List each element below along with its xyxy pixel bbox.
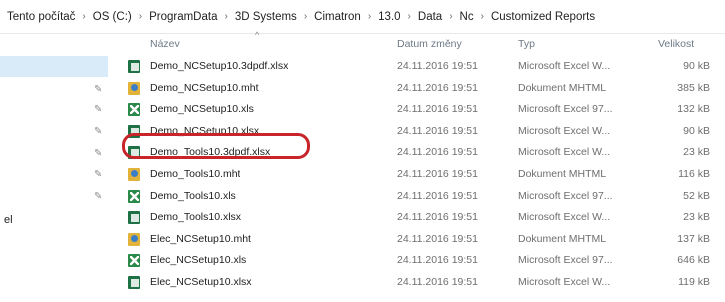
breadcrumb-separator-icon[interactable]: › (363, 11, 376, 22)
navigation-pane: ✎ ✎ ✎ ✎ ✎ ✎ el (0, 34, 116, 302)
file-type: Dokument MHTML (518, 168, 607, 180)
file-date-modified: 24.11.2016 19:51 (397, 103, 478, 116)
file-size: 23 kB (683, 146, 710, 159)
file-row[interactable]: Elec_NCSetup10.mht 24.11.2016 19:51 Dokume… (118, 229, 718, 250)
file-name: Elec_NCSetup10.xls (150, 254, 247, 267)
breadcrumb-item-version[interactable]: 13.0 (376, 11, 402, 23)
breadcrumb-item-3d-systems[interactable]: 3D Systems (233, 11, 299, 23)
file-name: Demo_Tools10.mht (150, 168, 241, 180)
file-date-modified: 24.11.2016 19:51 (397, 276, 478, 288)
breadcrumb-item-data[interactable]: Data (416, 11, 444, 23)
file-size: 52 kB (683, 189, 710, 202)
file-type: Microsoft Excel W... (518, 211, 611, 224)
file-size: 132 kB (677, 103, 710, 116)
excel-xls-icon (128, 103, 140, 117)
file-date-modified: 24.11.2016 19:51 (397, 60, 478, 72)
file-size: 116 kB (678, 168, 710, 180)
file-name: Demo_Tools10.xls (150, 189, 236, 202)
file-row[interactable]: Demo_NCSetup10.xls 24.11.2016 19:51 Micros… (118, 99, 718, 120)
file-date-modified: 24.11.2016 19:51 (397, 124, 478, 137)
file-date-modified: 24.11.2016 19:51 (397, 81, 478, 94)
file-type: Microsoft Excel 97... (518, 254, 613, 267)
file-type: Microsoft Excel W... (518, 124, 611, 137)
excel-xlsx-icon (128, 60, 140, 73)
breadcrumb-item-nc[interactable]: Nc (458, 11, 476, 23)
breadcrumb-separator-icon[interactable]: › (134, 11, 147, 22)
file-row[interactable]: Demo_NCSetup10.mht 24.11.2016 19:51 Dokume… (118, 78, 718, 99)
excel-xls-icon (128, 189, 140, 203)
breadcrumb-separator-icon[interactable]: › (219, 11, 232, 22)
pin-icon[interactable]: ✎ (94, 148, 102, 159)
file-size: 90 kB (683, 60, 710, 72)
file-date-modified: 24.11.2016 19:51 (397, 189, 478, 202)
breadcrumb-item-drive[interactable]: OS (C:) (91, 11, 134, 23)
column-header-name[interactable]: Název (150, 34, 180, 54)
file-type: Microsoft Excel W... (518, 276, 611, 288)
column-header-size[interactable]: Velikost (658, 34, 694, 54)
breadcrumb-separator-icon[interactable]: › (403, 11, 416, 22)
nav-item-label[interactable]: el (4, 214, 13, 226)
file-size: 90 kB (683, 124, 710, 137)
pin-icon[interactable]: ✎ (94, 191, 102, 202)
breadcrumb-separator-icon[interactable]: › (77, 11, 90, 22)
breadcrumb-item-cimatron[interactable]: Cimatron (312, 11, 363, 23)
red-highlight-marker (122, 133, 310, 159)
file-name: Elec_NCSetup10.mht (150, 232, 251, 245)
file-size: 23 kB (683, 211, 710, 224)
file-type: Microsoft Excel 97... (518, 189, 613, 202)
file-type: Dokument MHTML (518, 81, 607, 94)
file-date-modified: 24.11.2016 19:51 (397, 232, 478, 245)
column-header-type[interactable]: Typ (518, 34, 535, 54)
pin-icon[interactable]: ✎ (94, 84, 102, 95)
breadcrumb-item-programdata[interactable]: ProgramData (147, 11, 219, 23)
sort-ascending-icon: ^ (255, 30, 260, 40)
pin-icon[interactable]: ✎ (94, 104, 102, 115)
file-name: Demo_NCSetup10.mht (150, 81, 259, 94)
file-date-modified: 24.11.2016 19:51 (397, 146, 478, 159)
excel-xlsx-icon (128, 276, 140, 289)
excel-xlsx-icon (128, 211, 140, 225)
breadcrumb-separator-icon[interactable]: › (299, 11, 312, 22)
pin-icon[interactable]: ✎ (94, 126, 102, 137)
file-size: 137 kB (677, 232, 710, 245)
mhtml-document-icon (128, 81, 140, 95)
file-size: 646 kB (677, 254, 710, 267)
file-type: Microsoft Excel 97... (518, 103, 613, 116)
breadcrumb-item-customized-reports[interactable]: Customized Reports (489, 11, 597, 23)
nav-selected-item[interactable] (0, 56, 108, 77)
mhtml-document-icon (128, 232, 140, 246)
column-header-date[interactable]: Datum změny (397, 34, 462, 54)
file-row[interactable]: Demo_Tools10.xls 24.11.2016 19:51 Microsof… (118, 186, 718, 207)
file-size: 385 kB (677, 81, 710, 94)
file-name: Demo_NCSetup10.xls (150, 103, 254, 116)
file-type: Microsoft Excel W... (518, 146, 611, 159)
file-row[interactable]: Demo_Tools10.mht 24.11.2016 19:51 Dokument… (118, 164, 718, 185)
breadcrumb-item-this-pc[interactable]: Tento počítač (5, 11, 77, 23)
file-date-modified: 24.11.2016 19:51 (397, 211, 478, 224)
file-row[interactable]: Elec_NCSetup10.xlsx 24.11.2016 19:51 Micro… (118, 272, 718, 293)
file-name: Demo_Tools10.xlsx (150, 211, 242, 224)
file-row[interactable]: Demo_NCSetup10.3dpdf.xlsx 24.11.2016 19:5… (118, 56, 718, 77)
file-row[interactable]: Elec_NCSetup10.xls 24.11.2016 19:51 Micros… (118, 250, 718, 271)
file-date-modified: 24.11.2016 19:51 (397, 168, 478, 180)
breadcrumb: Tento počítač › OS (C:) › ProgramData › … (0, 0, 725, 34)
breadcrumb-separator-icon[interactable]: › (444, 11, 457, 22)
file-date-modified: 24.11.2016 19:51 (397, 254, 478, 267)
excel-xls-icon (128, 254, 140, 268)
file-name: Elec_NCSetup10.xlsx (150, 276, 252, 288)
pin-icon[interactable]: ✎ (94, 169, 102, 180)
file-name: Demo_NCSetup10.3dpdf.xlsx (150, 60, 289, 72)
file-size: 119 kB (678, 276, 710, 288)
breadcrumb-separator-icon[interactable]: › (476, 11, 489, 22)
file-row[interactable]: Demo_Tools10.xlsx 24.11.2016 19:51 Microso… (118, 207, 718, 228)
file-type: Microsoft Excel W... (518, 60, 611, 72)
file-type: Dokument MHTML (518, 232, 607, 245)
mhtml-document-icon (128, 168, 140, 181)
